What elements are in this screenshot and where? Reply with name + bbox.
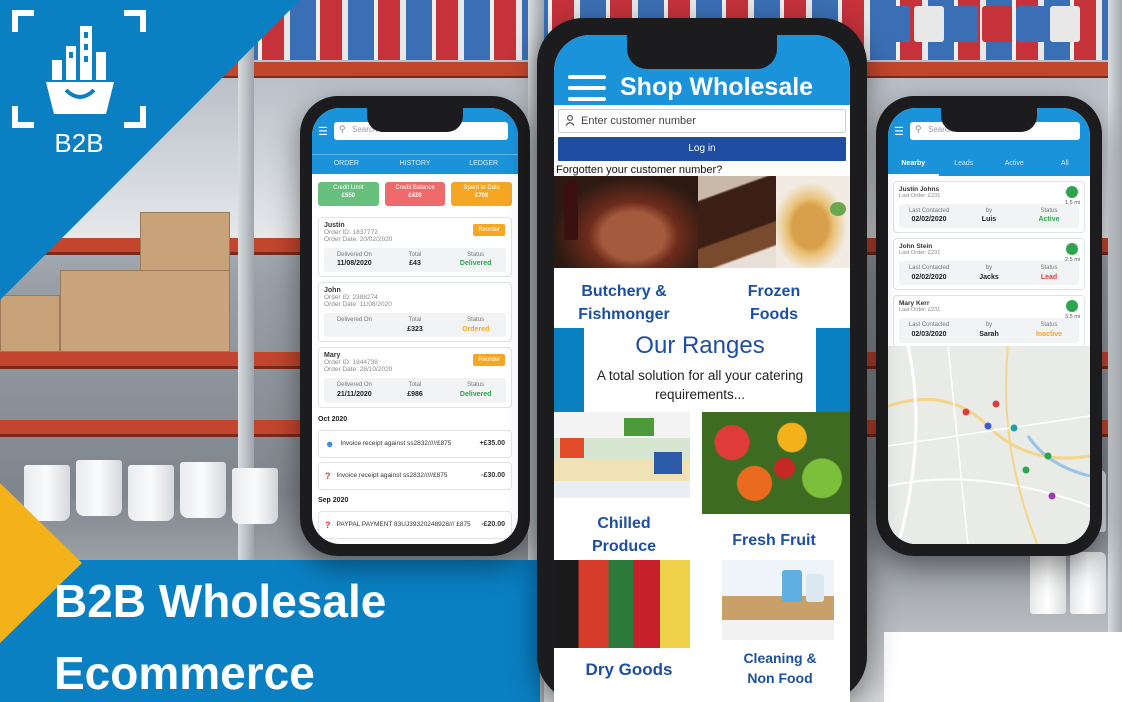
order-card[interactable]: Justin Order ID: 1837772 Order Date: 20/… [318, 217, 512, 278]
cleaning-image[interactable] [722, 560, 834, 640]
tab-nearby[interactable]: Nearby [888, 154, 939, 176]
ledger-month: Oct 2020 [318, 415, 348, 423]
search-icon: ⚲ [339, 124, 346, 134]
lead-card[interactable]: Justin Johns Last Order: £231 1.5 mi Las… [893, 181, 1085, 234]
menu-icon[interactable]: ☰ [318, 125, 328, 138]
center-phone-screen: Shop Wholesale Enter customer number Log… [554, 35, 850, 702]
question-icon: ? [325, 519, 331, 530]
frame-corner-icon [12, 106, 34, 128]
ranges-subtitle: A total solution for all your catering [596, 368, 804, 383]
phone-notch [367, 108, 463, 132]
frame-corner-icon [124, 106, 146, 128]
fresh-fruit-image[interactable] [702, 412, 850, 514]
forgot-customer-number-link[interactable]: Forgotten your customer number? [554, 161, 850, 176]
category-dry-goods[interactable]: Dry Goods [554, 658, 704, 683]
order-tabs: ORDER HISTORY LEDGER [312, 154, 518, 174]
map-pin-icon [962, 408, 970, 416]
login-button[interactable]: Log in [558, 137, 846, 161]
frame-corner-icon [124, 10, 146, 32]
left-phone: ☰ ⚲ Search ORDER HISTORY LEDGER Credit L… [300, 96, 530, 556]
tab-ledger[interactable]: LEDGER [449, 155, 518, 174]
menu-icon[interactable] [568, 75, 606, 101]
credit-limit-stat: Credit Limit £550 [318, 182, 379, 206]
category-fresh-fruit[interactable]: Fresh Fruit [704, 529, 844, 552]
ledger-entry[interactable]: ? Invoice receipt against ss2832/////£87… [318, 461, 512, 490]
credit-balance-stat: Credit Balance £420 [384, 182, 446, 206]
reorder-button[interactable]: Reorder [473, 354, 505, 367]
phone-notch [627, 35, 777, 69]
person-icon [565, 114, 575, 129]
lead-card[interactable]: John Stein Last Order: £231 2.5 mi Last … [893, 238, 1085, 291]
search-icon: ⚲ [915, 124, 922, 134]
white-corner [884, 632, 1122, 702]
map-pin-icon [1048, 492, 1056, 500]
order-card[interactable]: John Order ID: 2388274 Order Date: 11/08… [318, 282, 512, 343]
category-chilled-produce[interactable]: Chilled Produce [554, 512, 694, 558]
b2b-logo: B2B [12, 10, 146, 160]
map-pin-icon [992, 400, 1000, 408]
ledger-entry[interactable]: ☻ Invoice receipt against ss2832/////£87… [318, 429, 512, 458]
frame-corner-icon [12, 10, 34, 32]
ledger-month: Sep 2020 [318, 496, 349, 504]
ledger-entry[interactable]: ? PAYPAL PAYMENT 83UJ39320248928/// £875… [318, 510, 512, 539]
chilled-produce-image[interactable] [554, 412, 690, 498]
map-graphic [888, 345, 1090, 544]
customer-number-input[interactable]: Enter customer number [558, 109, 846, 133]
order-card[interactable]: Mary Order ID: 1844738 Order Date: 28/10… [318, 347, 512, 408]
lead-card[interactable]: Mary Kerr Last Order: £231 3.5 mi Last C… [893, 295, 1085, 348]
phone-notch [941, 108, 1037, 132]
account-stats: Credit Limit £550 Credit Balance £420 Spen… [312, 174, 518, 212]
our-ranges-panel: Our Ranges A total solution for all your… [584, 328, 816, 412]
ranges-title: Our Ranges [635, 332, 765, 359]
tab-leads[interactable]: Leads [939, 154, 990, 176]
map-pin-icon [1010, 424, 1018, 432]
customer-number-placeholder: Enter customer number [581, 115, 696, 127]
category-frozen-foods[interactable]: Frozen Foods [704, 280, 844, 326]
headline-line-1: B2B Wholesale [54, 575, 387, 627]
right-phone: ☰ ⚲ Search Nearby Leads Active All Justi… [876, 96, 1102, 556]
menu-icon[interactable]: ☰ [894, 125, 904, 138]
left-phone-screen: ☰ ⚲ Search ORDER HISTORY LEDGER Credit L… [312, 108, 518, 544]
spent-to-date-stat: Spent to Date £700 [451, 182, 513, 206]
dry-goods-image[interactable] [554, 560, 690, 648]
shop-title: Shop Wholesale [620, 73, 814, 101]
headline-line-2: Ecommerce [54, 647, 315, 699]
category-cleaning[interactable]: Cleaning & Non Food [710, 648, 850, 689]
building-bag-icon [46, 26, 114, 114]
tab-active[interactable]: Active [989, 154, 1040, 176]
question-icon: ? [325, 470, 331, 481]
fish-chips-image[interactable] [776, 176, 850, 268]
butchery-image[interactable] [554, 176, 698, 268]
tab-order[interactable]: ORDER [312, 155, 381, 174]
lead-tabs: Nearby Leads Active All [888, 154, 1090, 176]
right-phone-screen: ☰ ⚲ Search Nearby Leads Active All Justi… [888, 108, 1090, 544]
reorder-button[interactable]: Reorder [473, 224, 505, 236]
person-icon: ☻ [325, 438, 335, 449]
navigate-icon[interactable] [1066, 186, 1078, 198]
frozen-cake-image[interactable] [698, 176, 776, 268]
our-ranges-banner: Our Ranges A total solution for all your… [554, 328, 850, 412]
ranges-subtitle-2: requirements... [654, 387, 746, 402]
map-pin-icon [1022, 466, 1030, 474]
leads-map[interactable] [888, 345, 1090, 544]
center-phone: Shop Wholesale Enter customer number Log… [537, 18, 867, 702]
category-butchery[interactable]: Butchery & Fishmonger [554, 280, 694, 326]
tab-history[interactable]: HISTORY [381, 155, 450, 174]
map-pin-icon [1044, 452, 1052, 460]
tab-all[interactable]: All [1040, 154, 1091, 176]
map-pin-icon [984, 422, 992, 430]
logo-label: B2B [54, 128, 104, 158]
